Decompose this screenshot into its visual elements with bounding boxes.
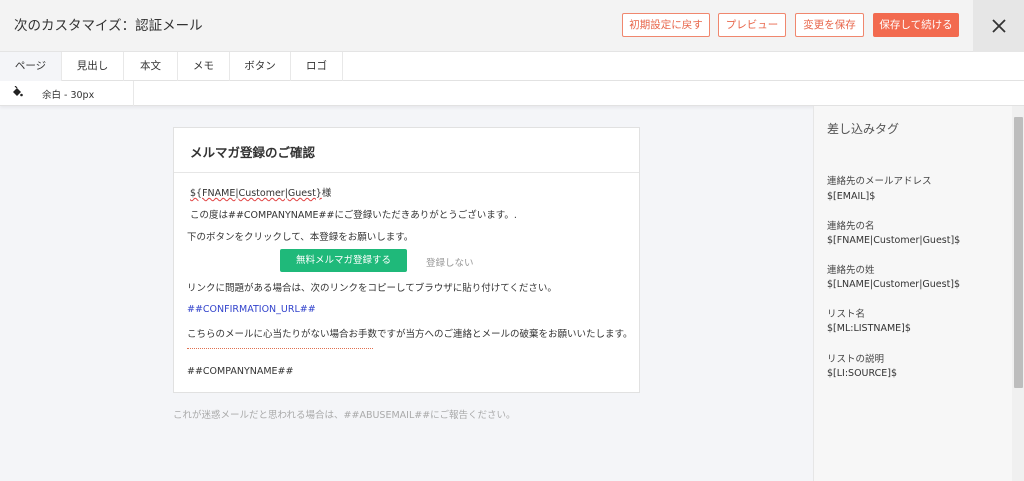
preview-button[interactable]: プレビュー [718, 13, 786, 37]
save-and-continue-button[interactable]: 保存して続ける [873, 13, 959, 37]
close-icon [991, 19, 1006, 33]
body-line-1[interactable]: この度は##COMPANYNAME##にご登録いただきありがとうございます。. [190, 207, 517, 221]
close-button[interactable] [973, 0, 1024, 52]
merge-tag-label-email: 連絡先のメールアドレス [827, 176, 932, 187]
email-header: メルマガ登録のご確認 [174, 128, 639, 173]
top-bar: 次のカスタマイズ：認証メール 初期設定に戻す プレビュー 変更を保存 保存して続… [0, 0, 1024, 52]
element-tabs: ページ 見出し 本文 メモ ボタン ロゴ [0, 52, 1024, 81]
merge-tag-source[interactable]: $[LI:SOURCE]$ [827, 368, 897, 379]
page-settings-bar: 余白 - 30px [0, 81, 1024, 106]
subscribe-cta-button[interactable]: 無料メルマガ登録する [280, 249, 407, 272]
honorific: 様 [321, 188, 332, 199]
body-line-4[interactable]: こちらのメールに心当たりがない場合お手数ですが当方へのご連絡とメールの破棄をお願… [187, 326, 633, 340]
email-preview-card: メルマガ登録のご確認 ${FNAME|Customer|Guest}様 この度は… [173, 127, 640, 393]
merge-tag-email[interactable]: $[EMAIL]$ [827, 191, 875, 202]
tab-logo[interactable]: ロゴ [291, 52, 343, 81]
company-name[interactable]: ##COMPANYNAME## [187, 366, 293, 377]
save-changes-button[interactable]: 変更を保存 [795, 13, 864, 37]
merge-tag-label-source: リストの説明 [827, 354, 885, 365]
merge-tag-fname[interactable]: $[FNAME|Customer|Guest]$ [827, 235, 960, 246]
scrollbar-thumb[interactable] [1014, 117, 1023, 388]
merge-tags-title: 差し込みタグ [827, 122, 900, 136]
tab-button[interactable]: ボタン [230, 52, 291, 81]
tab-memo[interactable]: メモ [178, 52, 230, 81]
memo-divider [187, 348, 373, 349]
greeting-line[interactable]: ${FNAME|Customer|Guest}様 [190, 185, 331, 199]
page-title: 次のカスタマイズ：認証メール [14, 18, 203, 34]
fname-merge-tag: ${FNAME|Customer|Guest} [190, 188, 322, 199]
merge-tag-lname[interactable]: $[LNAME|Customer|Guest]$ [827, 279, 960, 290]
merge-tag-label-listname: リスト名 [827, 309, 866, 320]
tab-page[interactable]: ページ [0, 52, 62, 81]
divider [133, 81, 134, 106]
tab-body[interactable]: 本文 [124, 52, 178, 81]
confirmation-url-link[interactable]: ##CONFIRMATION_URL## [187, 304, 316, 315]
abuse-report-note[interactable]: これが迷惑メールだと思われる場合は、##ABUSEMAIL##にご報告ください。 [173, 407, 515, 421]
merge-tag-listname[interactable]: $[ML:LISTNAME]$ [827, 323, 911, 334]
body-line-2[interactable]: 下のボタンをクリックして、本登録をお願いします。 [187, 229, 413, 243]
reset-defaults-button[interactable]: 初期設定に戻す [622, 13, 710, 37]
tab-heading[interactable]: 見出し [62, 52, 124, 81]
paint-bucket-icon[interactable] [11, 86, 23, 98]
merge-tags-panel: 差し込みタグ 連絡先のメールアドレス $[EMAIL]$ 連絡先の名 $[FNA… [813, 106, 1012, 481]
email-heading[interactable]: メルマガ登録のご確認 [190, 142, 315, 161]
merge-tag-label-fname: 連絡先の名 [827, 221, 875, 232]
merge-tag-label-lname: 連絡先の姓 [827, 265, 875, 276]
margin-setting[interactable]: 余白 - 30px [42, 87, 94, 101]
decline-link[interactable]: 登録しない [426, 255, 474, 269]
body-line-3[interactable]: リンクに問題がある場合は、次のリンクをコピーしてブラウザに貼り付けてください。 [187, 280, 557, 294]
